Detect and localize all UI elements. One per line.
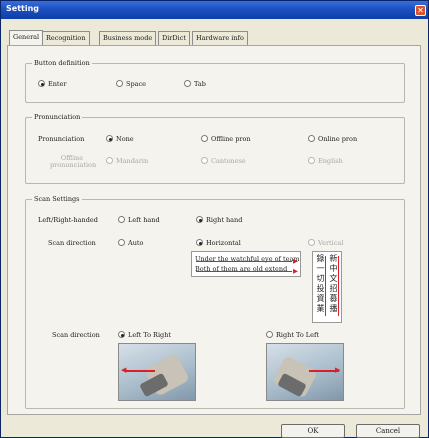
horizontal-scan-sample: Under the watchful eye of team Both of t…	[191, 251, 301, 277]
title-bar[interactable]: Setting ✕	[1, 1, 428, 19]
sample-char: 招	[329, 284, 338, 293]
radio-space[interactable]: Space	[116, 80, 146, 88]
radio-right-to-left[interactable]: Right To Left	[266, 331, 319, 339]
close-icon: ✕	[417, 6, 424, 15]
radio-online-pron[interactable]: Online pron	[308, 135, 357, 143]
scan-direction-lr-label: Scan direction	[52, 331, 100, 339]
sample-char: 切	[316, 274, 325, 283]
radio-cantonese[interactable]: Cantonese	[201, 157, 246, 165]
sample-char: 募	[329, 294, 338, 303]
vertical-scan-sample: 錄 一 切 投 資 業 新 中 文 招 募 播	[312, 251, 342, 323]
arrow-right-icon: ▶	[335, 366, 341, 374]
left-to-right-scan-image: ◀	[118, 343, 196, 401]
tab-recognition[interactable]: Recognition	[42, 31, 90, 45]
ok-button[interactable]: OK	[281, 424, 345, 438]
arrow-right-icon: ▶	[293, 267, 298, 275]
scan-direction-label: Scan direction	[48, 239, 96, 247]
radio-mandarin[interactable]: Mandarin	[106, 157, 148, 165]
window-title: Setting	[6, 4, 39, 13]
sample-char: 一	[316, 264, 325, 273]
tab-label: General	[13, 33, 40, 41]
cancel-button[interactable]: Cancel	[356, 424, 420, 438]
radio-auto[interactable]: Auto	[118, 239, 143, 247]
close-button[interactable]: ✕	[415, 5, 426, 16]
radio-vertical[interactable]: Vertical	[308, 239, 343, 247]
settings-window: Setting ✕ General Recognition Business m…	[0, 0, 429, 438]
hand-label: Left/Right-handed	[38, 216, 98, 224]
sample-char: 播	[329, 304, 338, 313]
pronunciation-label: Pronunciation	[38, 135, 85, 143]
tab-label: Hardware info	[196, 34, 244, 42]
button-definition-group: Button definition Enter Space Tab	[25, 59, 405, 103]
sample-char: 新	[329, 254, 338, 263]
radio-left-to-right[interactable]: Left To Right	[118, 331, 171, 339]
tab-label: Recognition	[46, 34, 86, 42]
pronunciation-group: Pronunciation Pronunciation None Offline…	[25, 113, 405, 184]
tab-panel-general: Button definition Enter Space Tab Pronun…	[7, 45, 421, 415]
tab-label: Business mode	[103, 34, 153, 42]
radio-offline-pron[interactable]: Offline pron	[201, 135, 251, 143]
sample-char: 中	[329, 264, 338, 273]
scan-settings-group: Scan Settings Left/Right-handed Left han…	[25, 195, 405, 409]
group-legend: Pronunciation	[32, 113, 83, 121]
right-to-left-scan-image: ▶	[266, 343, 344, 401]
radio-none[interactable]: None	[106, 135, 134, 143]
group-legend: Scan Settings	[32, 195, 82, 203]
scan-path-line	[325, 256, 326, 316]
scan-path-line	[338, 256, 339, 316]
arrow-left-icon: ◀	[121, 366, 127, 374]
radio-right-hand[interactable]: Right hand	[196, 216, 242, 224]
radio-enter[interactable]: Enter	[38, 80, 67, 88]
tab-hardware-info[interactable]: Hardware info	[192, 31, 248, 45]
scan-path-line	[196, 261, 292, 262]
sample-char: 業	[316, 304, 325, 313]
radio-tab[interactable]: Tab	[184, 80, 206, 88]
radio-left-hand[interactable]: Left hand	[118, 216, 160, 224]
arrow-right-icon: ▶	[293, 257, 298, 265]
tab-general[interactable]: General	[9, 30, 44, 45]
tab-dirdict[interactable]: DirDict	[158, 31, 190, 45]
group-legend: Button definition	[32, 59, 92, 67]
sample-char: 文	[329, 274, 338, 283]
sample-char: 投	[316, 284, 325, 293]
sample-char: 錄	[316, 254, 325, 263]
scan-path-line	[196, 271, 292, 272]
offline-pronunciation-label: Offline pronunciation	[50, 154, 97, 169]
tab-label: DirDict	[162, 34, 186, 42]
radio-english[interactable]: English	[308, 157, 343, 165]
sample-char: 資	[316, 294, 325, 303]
radio-horizontal[interactable]: Horizontal	[196, 239, 241, 247]
tab-business-mode[interactable]: Business mode	[99, 31, 157, 45]
